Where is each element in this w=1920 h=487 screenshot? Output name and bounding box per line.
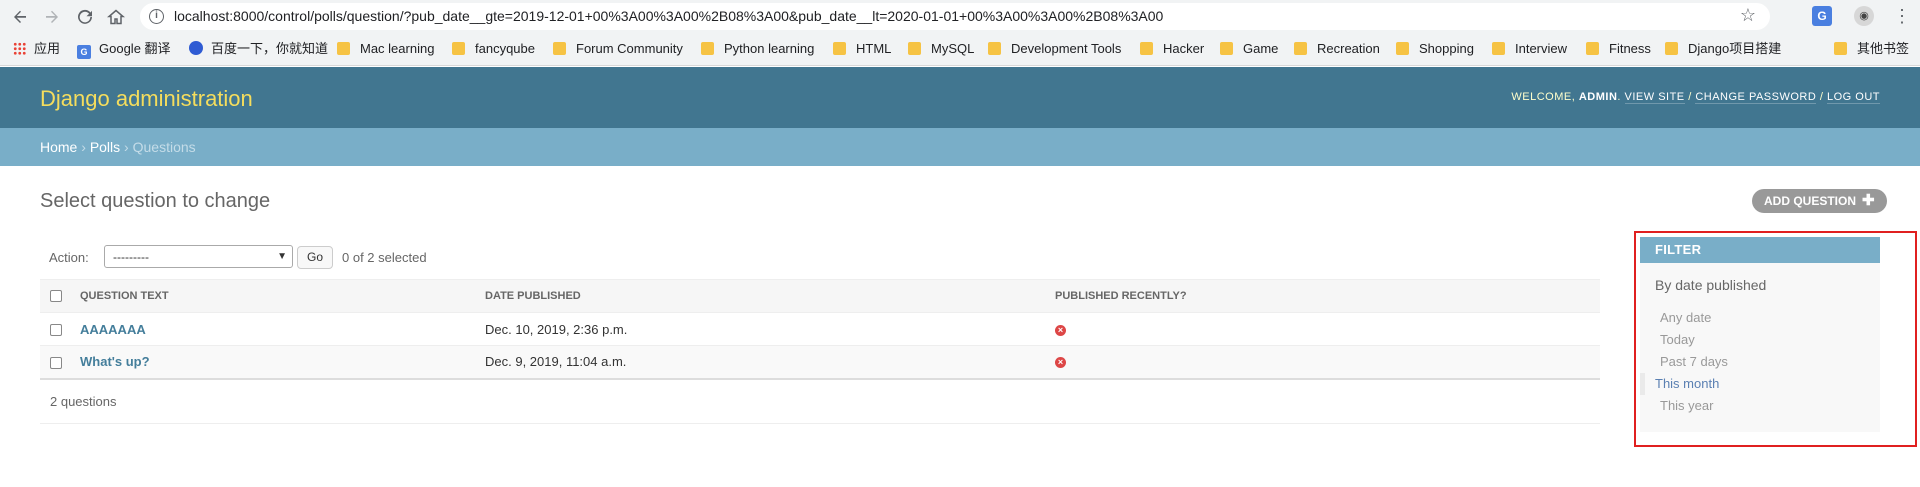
folder-icon [452, 42, 465, 55]
home-icon[interactable] [104, 5, 128, 29]
bookmark-item[interactable]: Forum Community [553, 41, 683, 59]
bookmark-item[interactable]: Development Tools [988, 41, 1121, 59]
folder-icon [337, 42, 350, 55]
folder-icon [1586, 42, 1599, 55]
select-all-checkbox[interactable] [50, 290, 62, 303]
folder-icon [1220, 42, 1233, 55]
breadcrumb: Home › Polls › Questions [0, 128, 1920, 166]
address-bar[interactable]: i localhost:8000/control/polls/question/… [140, 3, 1770, 30]
select-all-header [40, 279, 70, 313]
apps-grid-icon [13, 42, 26, 55]
go-button[interactable]: Go [297, 246, 333, 269]
bookmark-item[interactable]: 其他书签 [1834, 41, 1909, 59]
dropdown-caret-icon: ▼ [277, 251, 287, 262]
bookmark-item[interactable]: 百度一下，你就知道 [189, 41, 328, 59]
page-title: Select question to change [40, 190, 271, 212]
question-link[interactable]: What's up? [80, 354, 150, 369]
breadcrumb-home[interactable]: Home [40, 139, 77, 155]
column-header[interactable]: QUESTION TEXT [70, 279, 475, 313]
column-header[interactable]: DATE PUBLISHED [475, 279, 1045, 313]
reload-icon[interactable] [73, 5, 97, 29]
back-arrow-icon[interactable] [8, 5, 32, 29]
false-icon: × [1055, 324, 1066, 336]
bookmark-item[interactable]: Recreation [1294, 41, 1380, 59]
bookmark-star-icon[interactable]: ☆ [1740, 5, 1756, 26]
action-label: Action: [49, 250, 89, 265]
actions-bar: Action: --------- ▼ Go 0 of 2 selected [40, 244, 1600, 272]
column-header[interactable]: PUBLISHED RECENTLY? [1045, 279, 1600, 313]
bookmark-item[interactable]: MySQL [908, 41, 974, 59]
result-list: QUESTION TEXT DATE PUBLISHED PUBLISHED R… [40, 279, 1600, 380]
welcome-text: WELCOME, [1511, 91, 1579, 103]
bookmark-item[interactable]: HTML [833, 41, 891, 59]
bookmark-item[interactable]: fancyqube [452, 41, 535, 59]
table-row: AAAAAAA Dec. 10, 2019, 2:36 p.m. × [40, 312, 1600, 346]
folder-icon [1834, 42, 1847, 55]
date-published-cell: Dec. 9, 2019, 11:04 a.m. [475, 345, 1045, 380]
row-checkbox[interactable] [50, 356, 62, 369]
baidu-paw-icon [189, 41, 203, 55]
translate-extension-icon[interactable]: G [1812, 6, 1832, 26]
url-text[interactable]: localhost:8000/control/polls/question/?p… [174, 8, 1163, 24]
plus-icon: ✚ [1862, 192, 1875, 209]
browser-menu-icon[interactable]: ⋮ [1893, 4, 1911, 28]
browser-toolbar: i localhost:8000/control/polls/question/… [0, 0, 1920, 33]
log-out-link[interactable]: LOG OUT [1826, 91, 1880, 104]
action-select[interactable]: --------- ▼ [104, 245, 293, 268]
annotation-highlight-box [1634, 231, 1917, 447]
bookmark-item[interactable]: Hacker [1140, 41, 1204, 59]
folder-icon [1140, 42, 1153, 55]
add-question-button[interactable]: ADD QUESTION ✚ [1752, 189, 1887, 213]
folder-icon [988, 42, 1001, 55]
question-link[interactable]: AAAAAAA [80, 322, 146, 337]
bookmark-item[interactable]: Python learning [701, 41, 814, 59]
folder-icon [1665, 42, 1678, 55]
folder-icon [1294, 42, 1307, 55]
site-info-icon[interactable]: i [149, 9, 164, 24]
folder-icon [553, 42, 566, 55]
view-site-link[interactable]: VIEW SITE [1624, 91, 1685, 104]
breadcrumb-current: Questions [132, 139, 196, 155]
table-row: What's up? Dec. 9, 2019, 11:04 a.m. × [40, 345, 1600, 380]
bookmark-item[interactable]: Shopping [1396, 41, 1474, 59]
profile-avatar-icon[interactable]: ◉ [1854, 6, 1874, 26]
admin-header: Django administration WELCOME, ADMIN. VI… [0, 67, 1920, 128]
bookmark-item[interactable]: 应用 [13, 41, 60, 59]
date-published-cell: Dec. 10, 2019, 2:36 p.m. [475, 312, 1045, 346]
folder-icon [833, 42, 846, 55]
folder-icon [701, 42, 714, 55]
folder-icon [908, 42, 921, 55]
google-translate-icon: G [77, 45, 91, 59]
selection-counter: 0 of 2 selected [342, 250, 427, 265]
folder-icon [1396, 42, 1409, 55]
change-password-link[interactable]: CHANGE PASSWORD [1695, 91, 1817, 104]
bookmark-item[interactable]: Game [1220, 41, 1278, 59]
bookmark-item[interactable]: Django项目搭建 [1665, 41, 1781, 59]
paginator: 2 questions [40, 381, 1600, 424]
row-checkbox[interactable] [50, 324, 62, 337]
site-branding[interactable]: Django administration [40, 86, 253, 112]
forward-arrow-icon[interactable] [40, 5, 64, 29]
bookmark-item[interactable]: Fitness [1586, 41, 1651, 59]
bookmarks-bar: 应用 G Google 翻译 百度一下，你就知道 Mac learning fan… [0, 33, 1920, 66]
user-tools: WELCOME, ADMIN. VIEW SITE / CHANGE PASSW… [1511, 91, 1880, 104]
username: ADMIN [1578, 91, 1618, 103]
false-icon: × [1055, 357, 1066, 369]
breadcrumb-polls[interactable]: Polls [90, 139, 120, 155]
bookmark-item[interactable]: Mac learning [337, 41, 434, 59]
bookmark-item[interactable]: Interview [1492, 41, 1567, 59]
folder-icon [1492, 42, 1505, 55]
bookmark-item[interactable]: G Google 翻译 [77, 41, 171, 59]
